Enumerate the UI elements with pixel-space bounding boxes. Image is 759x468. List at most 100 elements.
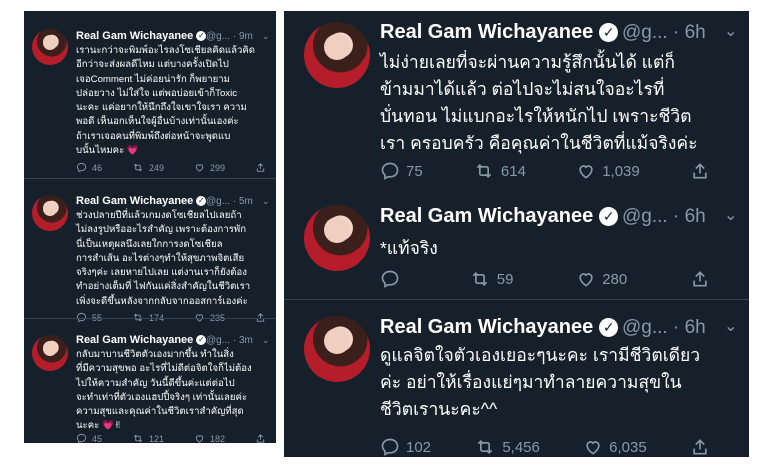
- display-name[interactable]: Real Gam Wichayanee ✓: [76, 195, 207, 207]
- retweet-count: 249: [148, 162, 165, 173]
- heart-icon: [586, 441, 600, 455]
- handle-and-time[interactable]: @g... · 6h: [622, 317, 706, 339]
- share-button[interactable]: [690, 437, 710, 457]
- right-tweet-panel: Real Gam Wichayanee ✓ @g... · 6h ⌄ ไม่ง่า…: [284, 11, 749, 457]
- reply-icon: [381, 162, 399, 180]
- share-icon: [693, 271, 707, 287]
- tweet[interactable]: Real Gam Wichayanee ✓ @g... · 3m ⌄ กลับมา…: [24, 319, 276, 443]
- retweet-count: 5,456: [502, 438, 540, 456]
- verified-badge-icon: ✓: [196, 196, 207, 207]
- reply-count: 102: [406, 438, 432, 456]
- handle-and-time[interactable]: @g... · 6h: [622, 206, 706, 228]
- like-count: 1,039: [602, 162, 640, 180]
- tweet-text: *แท้จริง: [380, 238, 438, 258]
- avatar[interactable]: [304, 205, 370, 271]
- share-button[interactable]: [255, 162, 266, 173]
- reply-icon: [381, 438, 399, 456]
- tweet[interactable]: Real Gam Wichayanee ✓ @g... · 6h ⌄ ดูแลจิ…: [284, 300, 749, 457]
- display-name-text: Real Gam Wichayanee: [380, 205, 594, 227]
- left-tweet-panel: Real Gam Wichayanee ✓ @g... · 9m ⌄ เรานะก…: [24, 11, 276, 443]
- chevron-down-icon[interactable]: ⌄: [262, 196, 270, 207]
- reply-count: 45: [92, 433, 103, 444]
- retweet-icon: [476, 163, 492, 179]
- reply-button[interactable]: 46: [76, 162, 102, 173]
- reply-count: 46: [92, 162, 103, 173]
- like-count: 299: [209, 162, 226, 173]
- tweet-text: ดูแลจิตใจตัวเองเยอะๆนะคะ เรามีชีวิตเดียว…: [380, 345, 701, 419]
- retweet-button[interactable]: 59: [469, 269, 513, 289]
- display-name[interactable]: Real Gam Wichayanee ✓: [76, 30, 207, 42]
- display-name[interactable]: Real Gam Wichayanee ✓: [380, 316, 619, 339]
- tweet-actions: 102 5,456 6,035: [380, 437, 710, 457]
- avatar[interactable]: [32, 29, 68, 65]
- handle-and-time[interactable]: @g... · 9m: [206, 31, 253, 42]
- like-button[interactable]: 280: [576, 269, 627, 289]
- like-count: 182: [209, 433, 226, 444]
- share-button[interactable]: [690, 161, 710, 181]
- reply-icon: [381, 270, 399, 288]
- retweet-count: 614: [500, 162, 526, 180]
- heart-icon: [579, 273, 593, 287]
- like-button[interactable]: 299: [194, 162, 225, 173]
- timestamp: · 6h: [672, 317, 706, 338]
- avatar[interactable]: [304, 316, 370, 382]
- like-count: 280: [602, 270, 628, 288]
- handle-and-time[interactable]: @g... · 6h: [622, 22, 706, 44]
- chevron-down-icon[interactable]: ⌄: [262, 335, 270, 346]
- chevron-down-icon[interactable]: ⌄: [724, 316, 737, 336]
- retweet-icon: [472, 271, 488, 287]
- retweet-icon: [133, 434, 142, 443]
- share-icon: [256, 163, 265, 172]
- tweet[interactable]: Real Gam Wichayanee ✓ @g... · 5m ⌄ ช่วงปล…: [24, 179, 276, 323]
- verified-badge-icon: ✓: [599, 318, 619, 338]
- timestamp: · 6h: [672, 22, 706, 43]
- retweet-button[interactable]: 121: [132, 433, 164, 443]
- tweet[interactable]: Real Gam Wichayanee ✓ @g... · 6h ⌄ ไม่ง่า…: [284, 11, 749, 188]
- display-name-text: Real Gam Wichayanee: [76, 195, 194, 207]
- like-button[interactable]: 182: [194, 433, 225, 443]
- handle-and-time[interactable]: @g... · 5m: [206, 196, 253, 207]
- avatar[interactable]: [304, 22, 370, 88]
- retweet-icon: [133, 163, 142, 172]
- retweet-count: 121: [148, 433, 165, 444]
- display-name[interactable]: Real Gam Wichayanee ✓: [380, 205, 619, 228]
- tweet-text: เรานะกว่าจะพิมพ์อะไรลงโซเชียลคิดแล้วคิด …: [76, 45, 256, 157]
- like-button[interactable]: 6,035: [583, 437, 647, 457]
- reply-button[interactable]: [380, 269, 406, 289]
- verified-badge-icon: ✓: [196, 335, 207, 346]
- timestamp: · 5m: [232, 196, 253, 207]
- reply-button[interactable]: 45: [76, 433, 102, 443]
- handle: @g...: [206, 31, 231, 42]
- handle: @g...: [206, 196, 231, 207]
- display-name-text: Real Gam Wichayanee: [76, 30, 194, 42]
- handle-and-time[interactable]: @g... · 3m: [206, 335, 253, 346]
- retweet-button[interactable]: 614: [473, 161, 526, 181]
- display-name[interactable]: Real Gam Wichayanee ✓: [380, 21, 619, 44]
- retweet-button[interactable]: 5,456: [474, 437, 540, 457]
- display-name[interactable]: Real Gam Wichayanee ✓: [76, 334, 207, 346]
- share-button[interactable]: [690, 269, 710, 289]
- chevron-down-icon[interactable]: ⌄: [262, 31, 270, 42]
- avatar[interactable]: [32, 195, 68, 231]
- tweet-text: กลับมาบานชีวิตตัวเองมากขึ้น ทำในสิ่ง ที่…: [76, 349, 252, 432]
- tweet[interactable]: Real Gam Wichayanee ✓ @g... · 6h ⌄ *แท้จร…: [284, 189, 749, 299]
- display-name-text: Real Gam Wichayanee: [76, 334, 194, 346]
- reply-button[interactable]: 75: [380, 161, 423, 181]
- chevron-down-icon[interactable]: ⌄: [724, 205, 737, 225]
- timestamp: · 3m: [232, 335, 253, 346]
- tweet-actions: 46 249 299: [76, 162, 266, 173]
- timestamp: · 9m: [232, 31, 253, 42]
- verified-badge-icon: ✓: [196, 31, 207, 42]
- tweet[interactable]: Real Gam Wichayanee ✓ @g... · 9m ⌄ เรานะก…: [24, 11, 276, 173]
- timestamp: · 6h: [672, 206, 706, 227]
- handle: @g...: [622, 206, 668, 227]
- like-button[interactable]: 1,039: [576, 161, 640, 181]
- share-button[interactable]: [255, 433, 266, 443]
- share-icon: [693, 439, 707, 455]
- chevron-down-icon[interactable]: ⌄: [724, 21, 737, 41]
- reply-button[interactable]: 102: [380, 437, 431, 457]
- tweet-actions: 45 121 182: [76, 433, 266, 443]
- display-name-text: Real Gam Wichayanee: [380, 316, 594, 338]
- avatar[interactable]: [32, 335, 68, 371]
- retweet-button[interactable]: 249: [132, 162, 164, 173]
